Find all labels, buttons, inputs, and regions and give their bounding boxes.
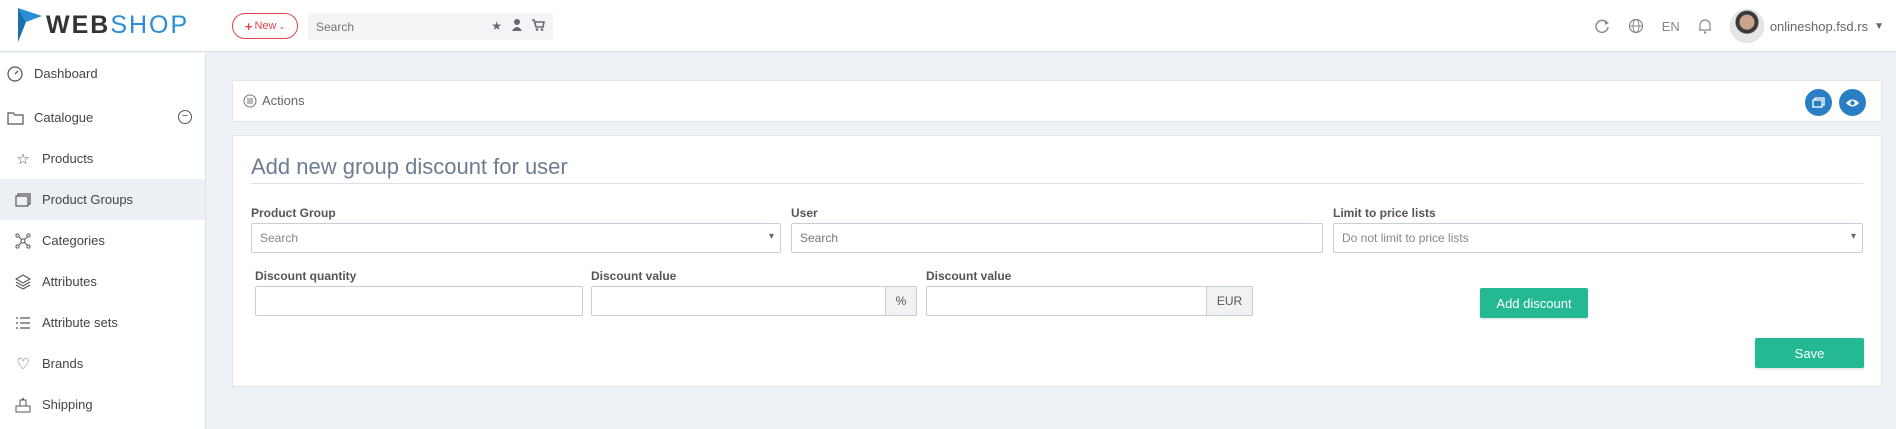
product-group-label: Product Group xyxy=(251,206,336,220)
caret-down-icon: ▼ xyxy=(1874,20,1884,32)
price-lists-select[interactable]: Do not limit to price lists xyxy=(1333,223,1863,253)
user-icon[interactable] xyxy=(512,19,522,31)
collapse-icon[interactable]: − xyxy=(178,110,192,124)
sidebar-item-categories[interactable]: Categories xyxy=(0,220,205,261)
globe-icon[interactable] xyxy=(1628,18,1644,34)
sidebar-item-brands[interactable]: ♡ Brands xyxy=(0,343,205,384)
copy-icon xyxy=(1812,97,1825,108)
plus-icon: + xyxy=(244,18,253,34)
star-outline-icon: ☆ xyxy=(16,150,30,168)
bell-icon[interactable] xyxy=(1698,18,1712,34)
discount-quantity-input[interactable] xyxy=(255,286,583,316)
actions-label: Actions xyxy=(262,93,305,108)
product-group-placeholder: Search xyxy=(260,231,299,245)
save-button[interactable]: Save xyxy=(1755,338,1864,368)
sidebar-item-label: Attribute sets xyxy=(42,315,118,330)
sidebar: Dashboard Catalogue − ☆ Products Product… xyxy=(0,53,206,429)
actions-toggle[interactable]: Actions xyxy=(243,93,305,108)
sidebar-item-catalogue[interactable]: Catalogue − xyxy=(0,97,205,138)
discount-percent-label: Discount value xyxy=(591,269,677,283)
dashboard-icon xyxy=(6,65,24,83)
logo-text: WEBSHOP xyxy=(46,10,190,39)
user-label: User xyxy=(791,206,818,220)
sidebar-item-label: Dashboard xyxy=(34,66,98,81)
list-icon xyxy=(14,314,32,332)
star-icon[interactable]: ★ xyxy=(491,19,502,33)
title-divider xyxy=(251,183,1863,184)
logo-flag-icon xyxy=(18,8,42,42)
shipping-icon xyxy=(14,396,32,414)
discount-form-card: Add new group discount for user Product … xyxy=(232,135,1882,387)
copy-button[interactable] xyxy=(1805,89,1832,116)
actions-bar: Actions xyxy=(232,80,1882,122)
sidebar-item-shipping[interactable]: Shipping xyxy=(0,384,205,425)
sidebar-item-label: Catalogue xyxy=(34,110,94,125)
global-search: ★ xyxy=(308,13,553,40)
network-icon xyxy=(14,232,32,250)
percent-addon: % xyxy=(885,286,917,316)
add-discount-button[interactable]: Add discount xyxy=(1480,288,1588,318)
sidebar-item-label: Categories xyxy=(42,233,105,248)
language-selector[interactable]: EN xyxy=(1662,19,1680,34)
price-lists-label: Limit to price lists xyxy=(1333,206,1436,220)
sidebar-item-label: Product Groups xyxy=(42,192,134,207)
discount-amount-label: Discount value xyxy=(926,269,1012,283)
menu-circle-icon xyxy=(243,94,257,107)
discount-quantity-label: Discount quantity xyxy=(255,269,357,283)
sidebar-item-label: Brands xyxy=(42,356,84,371)
shop-name: onlineshop.fsd.rs xyxy=(1769,18,1869,34)
avatar xyxy=(1729,9,1764,43)
sidebar-item-label: Shipping xyxy=(42,397,93,412)
eye-icon xyxy=(1846,99,1859,106)
top-header: WEBSHOP + New ⌄ ★ EN onlineshop.fsd.rs ▼ xyxy=(0,0,1896,52)
sync-icon[interactable] xyxy=(1594,18,1610,34)
sidebar-item-attribute-sets[interactable]: Attribute sets xyxy=(0,302,205,343)
sidebar-item-label: Products xyxy=(42,151,94,166)
sidebar-item-attributes[interactable]: Attributes xyxy=(0,261,205,302)
heart-icon: ♡ xyxy=(16,355,30,373)
cart-icon[interactable] xyxy=(532,19,545,31)
discount-percent-input[interactable] xyxy=(591,286,886,316)
sidebar-item-label: Attributes xyxy=(42,274,97,289)
discount-amount-input[interactable] xyxy=(926,286,1207,316)
price-lists-value: Do not limit to price lists xyxy=(1342,231,1469,245)
folder-icon xyxy=(6,109,24,127)
layers-icon xyxy=(14,273,32,291)
user-search-input[interactable] xyxy=(791,223,1323,253)
logo[interactable]: WEBSHOP xyxy=(18,8,189,42)
search-input[interactable] xyxy=(316,13,476,40)
product-group-select[interactable]: Search xyxy=(251,223,781,253)
sidebar-item-products[interactable]: ☆ Products xyxy=(0,138,205,179)
chevron-down-icon: ⌄ xyxy=(278,21,286,31)
page-title: Add new group discount for user xyxy=(251,154,568,179)
currency-addon: EUR xyxy=(1206,286,1253,316)
new-button[interactable]: + New ⌄ xyxy=(232,13,298,39)
new-button-label: New xyxy=(254,20,277,32)
sidebar-item-product-groups[interactable]: Product Groups xyxy=(0,179,205,220)
user-menu[interactable]: onlineshop.fsd.rs ▼ xyxy=(1729,9,1884,43)
sidebar-item-dashboard[interactable]: Dashboard xyxy=(0,53,205,94)
preview-button[interactable] xyxy=(1839,89,1866,116)
cards-icon xyxy=(14,191,32,209)
